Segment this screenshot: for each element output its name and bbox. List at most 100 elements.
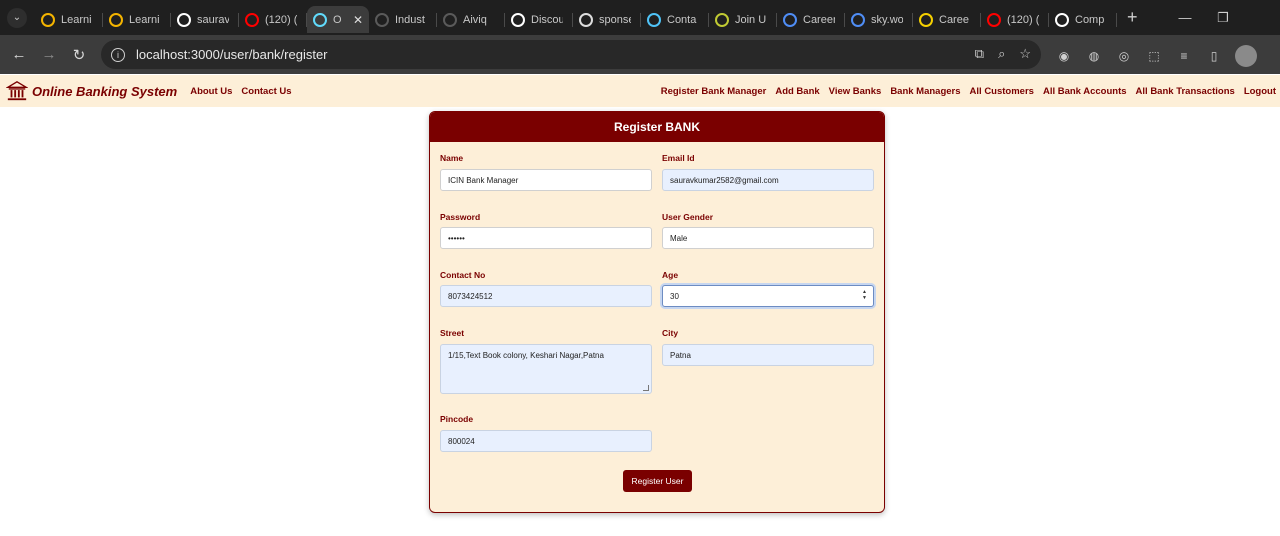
app-navbar: Online Banking System About Us Contact U…	[0, 75, 1280, 107]
new-tab-plus-icon[interactable]: +	[1127, 7, 1138, 28]
bookmark-star-icon[interactable]: ☆	[1019, 46, 1031, 62]
email-input[interactable]: sauravkumar2582@gmail.com	[662, 169, 874, 191]
tab-title: Learni	[129, 13, 160, 26]
github-icon	[1055, 12, 1069, 27]
password-input[interactable]: ••••••	[440, 227, 652, 249]
hook-icon	[647, 12, 661, 27]
url-text[interactable]: localhost:3000/user/bank/register	[136, 47, 328, 62]
address-bar[interactable]: i localhost:3000/user/bank/register ⧉ ⌕ …	[101, 40, 1041, 69]
tab-title: Aiviq	[463, 13, 487, 26]
number-spinner-icon[interactable]: ▲ ▼	[862, 289, 867, 301]
extensions-area: ◉ ◍ ◎ ⬚ ≡ ▯	[1055, 45, 1257, 67]
browser-tab[interactable]: O ✕	[307, 6, 369, 33]
b-icon	[375, 12, 389, 27]
nav-link-all-bank-transactions[interactable]: All Bank Transactions	[1136, 86, 1235, 97]
install-app-icon[interactable]: ⧉	[975, 46, 984, 62]
nav-link-logout[interactable]: Logout	[1244, 86, 1276, 97]
extension-icon[interactable]: ◎	[1115, 47, 1133, 65]
nav-link-bank-managers[interactable]: Bank Managers	[890, 86, 960, 97]
nav-link-view-banks[interactable]: View Banks	[829, 86, 882, 97]
resize-grip-icon[interactable]	[643, 385, 649, 391]
nav-link-register-bank-manager[interactable]: Register Bank Manager	[661, 86, 767, 97]
brand[interactable]: Online Banking System	[6, 80, 177, 102]
browser-tab[interactable]: Conta	[641, 6, 709, 33]
tab-title: Join U	[735, 13, 767, 26]
browser-tab[interactable]: Join U	[709, 6, 777, 33]
youtube-icon	[245, 12, 259, 27]
nav-link-add-bank[interactable]: Add Bank	[775, 86, 819, 97]
browser-tab[interactable]: (120) (	[981, 6, 1049, 33]
browser-tab[interactable]: sponse	[573, 6, 641, 33]
browser-tab[interactable]: sky.wo	[845, 6, 913, 33]
nav-link-contact-us[interactable]: Contact Us	[241, 86, 291, 97]
extension-icon[interactable]: ◍	[1085, 47, 1103, 65]
contact-label: Contact No	[440, 270, 486, 280]
tab-title: (120) (	[265, 13, 297, 26]
sky-icon	[851, 12, 865, 27]
back-arrow-icon[interactable]: ←	[4, 46, 34, 63]
brand-name[interactable]: Online Banking System	[32, 84, 177, 99]
circle-icon	[579, 12, 593, 27]
browser-tab[interactable]: Comp	[1049, 6, 1117, 33]
browser-tab[interactable]: Learni	[103, 6, 171, 33]
minimize-icon[interactable]: —	[1166, 10, 1204, 25]
tab-title: Conta	[667, 13, 697, 26]
tab-title: sponse	[599, 13, 631, 26]
tab-title: saurav	[197, 13, 229, 26]
analytics-icon	[41, 12, 55, 27]
street-textarea[interactable]: 1/15,Text Book colony, Keshari Nagar,Pat…	[440, 344, 652, 394]
puzzle-extensions-icon[interactable]: ⬚	[1145, 47, 1163, 65]
zoom-icon[interactable]: ⌕	[998, 46, 1005, 62]
youtube-icon	[987, 12, 1001, 27]
b-icon	[443, 12, 457, 27]
tab-title: Caree	[939, 13, 969, 26]
media-icon[interactable]: ≡	[1175, 47, 1193, 65]
tab-search-chevron-icon[interactable]: ⌄	[7, 7, 27, 28]
card-title: Register BANK	[430, 112, 884, 142]
window-controls: — ❐	[1166, 0, 1280, 35]
nav-link-all-customers[interactable]: All Customers	[970, 86, 1034, 97]
browser-tab[interactable]: Caree	[913, 6, 981, 33]
tab-title: O	[333, 13, 342, 26]
camera-extension-icon[interactable]: ◉	[1055, 47, 1073, 65]
gender-input[interactable]: Male	[662, 227, 874, 249]
street-value: 1/15,Text Book colony, Keshari Nagar,Pat…	[448, 351, 604, 360]
browser-tab[interactable]: Indust	[369, 6, 437, 33]
react-icon	[313, 12, 327, 27]
contact-input[interactable]: 8073424512	[440, 285, 652, 307]
browser-tab[interactable]: Discou	[505, 6, 573, 33]
nav-link-about-us[interactable]: About Us	[190, 86, 232, 97]
tab-separator	[1116, 13, 1117, 27]
nav-link-all-bank-accounts[interactable]: All Bank Accounts	[1043, 86, 1127, 97]
analytics-icon	[109, 12, 123, 27]
browser-tab[interactable]: saurav	[171, 6, 239, 33]
profile-avatar[interactable]	[1235, 45, 1257, 67]
age-value: 30	[670, 291, 679, 301]
browser-tab[interactable]: Career	[777, 6, 845, 33]
pincode-input[interactable]: 800024	[440, 430, 652, 452]
discord-icon	[511, 12, 525, 27]
forward-arrow-icon[interactable]: →	[34, 46, 64, 63]
e-icon	[919, 12, 933, 27]
side-panel-icon[interactable]: ▯	[1205, 47, 1223, 65]
site-info-icon[interactable]: i	[111, 47, 125, 62]
browser-tab[interactable]: (120) (	[239, 6, 307, 33]
gender-label: User Gender	[662, 212, 714, 222]
close-tab-icon[interactable]: ✕	[353, 13, 363, 27]
pincode-label: Pincode	[440, 414, 474, 424]
browser-tab[interactable]: Learni	[35, 6, 103, 33]
restore-icon[interactable]: ❐	[1204, 10, 1242, 26]
browser-tab-strip: ⌄ Learni Learni saurav (120) (O ✕ Indust Aiviq…	[0, 0, 1280, 35]
browser-tab[interactable]: Aiviq	[437, 6, 505, 33]
city-input[interactable]: Patna	[662, 344, 874, 366]
age-input[interactable]: 30 ▲ ▼	[662, 285, 874, 307]
email-label: Email Id	[662, 153, 695, 163]
tab-title: Comp	[1075, 13, 1105, 26]
reload-icon[interactable]: ↻	[64, 46, 94, 64]
register-user-button[interactable]: Register User	[623, 470, 692, 492]
career-icon	[783, 12, 797, 27]
age-label: Age	[662, 270, 679, 280]
tab-title: Indust	[395, 13, 425, 26]
github-icon	[177, 12, 191, 27]
name-input[interactable]: ICIN Bank Manager	[440, 169, 652, 191]
